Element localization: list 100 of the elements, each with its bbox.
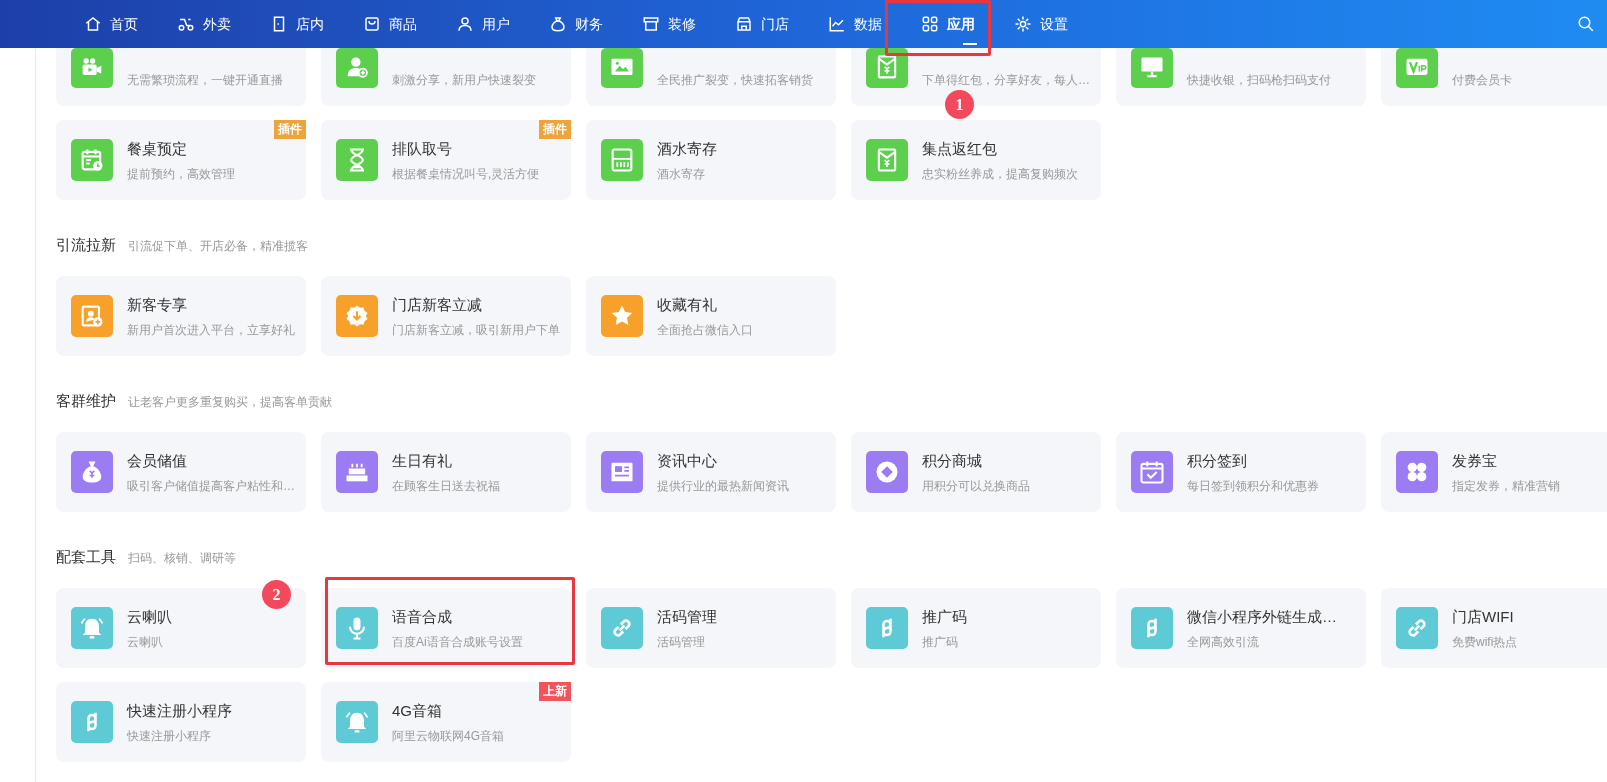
app-card[interactable]: 发券宝 指定发券，精准营销	[1381, 432, 1607, 512]
app-card[interactable]: 积分签到 每日签到领积分和优惠券	[1116, 432, 1366, 512]
app-card[interactable]: 语音合成 百度Ai语音合成账号设置	[321, 588, 571, 668]
hourglass-icon	[336, 139, 378, 181]
card-title: 云喇叭	[127, 606, 172, 627]
app-card[interactable]: 快速注册小程序 快速注册小程序	[56, 682, 306, 762]
home-icon	[84, 15, 102, 33]
app-card[interactable]: 门店新客立减 门店新客立减，吸引新用户下单	[321, 276, 571, 356]
link-icon	[601, 607, 643, 649]
app-card[interactable]: 酒水寄存 酒水寄存	[586, 120, 836, 200]
app-card[interactable]: 会员储值 吸引客户储值提高客户粘性和…	[56, 432, 306, 512]
card-description: 全面抢占微信入口	[657, 321, 753, 338]
card-description: 下单得红包，分享好友，每人…	[922, 72, 1090, 88]
nav-tab[interactable]: 用户	[442, 0, 535, 48]
card-title: 资讯中心	[657, 450, 718, 471]
shop-icon	[642, 15, 660, 33]
envelope-icon	[866, 48, 908, 88]
card-description: 全网高效引流	[1187, 633, 1260, 650]
monitor-icon	[1131, 48, 1173, 88]
card-description: 新用户首次进入平台，立享好礼	[127, 321, 295, 338]
settings-icon	[1014, 15, 1032, 33]
app-card[interactable]: 积分商城 用积分可以兑换商品	[851, 432, 1101, 512]
nav-tab[interactable]: 首页	[70, 0, 163, 48]
nav-tab[interactable]: 门店	[721, 0, 814, 48]
chain-loop-icon	[71, 701, 113, 743]
card-description: 免费wifi热点	[1452, 633, 1518, 650]
tag-badge: 上新	[539, 682, 571, 701]
card-title: 酒水寄存	[657, 138, 717, 159]
app-card[interactable]: 集点返红包 忠实粉丝养成，提高复购频次	[851, 120, 1101, 200]
card-title: 活码管理	[657, 606, 717, 627]
card-title: 4G音箱	[392, 700, 443, 721]
card-description: 指定发券，精准营销	[1452, 477, 1560, 494]
card-description: 全民推广裂变，快速拓客销货	[657, 72, 813, 88]
card-description: 酒水寄存	[657, 165, 706, 182]
card-description: 提供行业的最热新闻资讯	[657, 477, 789, 494]
card-description: 门店新客立减，吸引新用户下单	[392, 321, 560, 338]
search-icon[interactable]	[1577, 15, 1595, 33]
nav-tab[interactable]: 财务	[535, 0, 628, 48]
link-icon	[1396, 607, 1438, 649]
card-description: 百度Ai语音合成账号设置	[392, 633, 523, 650]
card-title: 集点返红包	[922, 138, 998, 159]
card-description: 快捷收银，扫码枪扫码支付	[1187, 72, 1331, 88]
card-title: 语音合成	[392, 606, 453, 627]
card-description: 提前预约，高效管理	[127, 165, 235, 182]
card-title: 餐桌预定	[127, 138, 188, 159]
section-subtitle: 扫码、核销、调研等	[128, 550, 236, 567]
nav-tab[interactable]: 商品	[349, 0, 442, 48]
nav-tab[interactable]: 数据	[814, 0, 907, 48]
section-subtitle: 引流促下单、开店必备，精准揽客	[128, 238, 308, 255]
card-description: 用积分可以兑换商品	[922, 477, 1030, 494]
chart-icon	[828, 15, 846, 33]
app-card[interactable]: 活码管理 活码管理	[586, 588, 836, 668]
app-card[interactable]: 微信小程序外链生成… 全网高效引流	[1116, 588, 1366, 668]
four-petal-icon	[1396, 451, 1438, 493]
nav-tab[interactable]: 设置	[1000, 0, 1093, 48]
app-card[interactable]: 4G音箱 阿里云物联网4G音箱 上新	[321, 682, 571, 762]
card-title: 微信小程序外链生成…	[1187, 606, 1337, 627]
card-description: 阿里云物联网4G音箱	[392, 727, 504, 744]
app-card[interactable]: 新客专享 新用户首次进入平台，立享好礼	[56, 276, 306, 356]
card-description: 活码管理	[657, 633, 706, 650]
diamond-coin-icon	[866, 451, 908, 493]
app-card[interactable]: 餐桌预定 提前预约，高效管理 插件	[56, 120, 306, 200]
calendar-clock-icon	[71, 139, 113, 181]
id-card-plus-icon	[71, 295, 113, 337]
app-card[interactable]: 收藏有礼 全面抢占微信入口	[586, 276, 836, 356]
envelope-icon	[866, 139, 908, 181]
card-title: 门店新客立减	[392, 294, 483, 315]
nav-tab[interactable]: 店内	[256, 0, 349, 48]
nav-tab[interactable]: 外卖	[163, 0, 256, 48]
vip-card-icon	[1396, 48, 1438, 88]
card-description: 刺激分享，新用户快速裂变	[392, 72, 536, 88]
card-description: 根据餐桌情况叫号,灵活方便	[392, 165, 540, 182]
video-camera-icon	[71, 48, 113, 88]
section-subtitle: 让老客户更多重复购买，提高客单贡献	[128, 394, 332, 411]
app-card[interactable]: 资讯中心 提供行业的最热新闻资讯	[586, 432, 836, 512]
user-icon	[456, 15, 474, 33]
money-bag-icon	[549, 15, 567, 33]
card-title: 推广码	[922, 606, 967, 627]
card-title: 会员储值	[127, 450, 188, 471]
calendar-check-icon	[1131, 451, 1173, 493]
card-title: 发券宝	[1452, 450, 1498, 471]
bell-icon	[71, 607, 113, 649]
app-card[interactable]: 排队取号 根据餐桌情况叫号,灵活方便 插件	[321, 120, 571, 200]
microphone-icon	[336, 607, 378, 649]
app-card[interactable]: 推广码 推广码	[851, 588, 1101, 668]
cabinet-icon	[601, 139, 643, 181]
newspaper-icon	[601, 451, 643, 493]
section-title: 客群维护	[56, 391, 116, 411]
card-title: 新客专享	[127, 294, 188, 315]
tag-badge: 插件	[539, 120, 571, 139]
card-description: 推广码	[922, 633, 959, 650]
section-title: 引流拉新	[56, 235, 116, 255]
card-title: 门店WIFI	[1452, 606, 1515, 627]
app-card[interactable]: 生日有礼 在顾客生日送去祝福	[321, 432, 571, 512]
card-description: 忠实粉丝养成，提高复购频次	[922, 165, 1078, 182]
nav-tab[interactable]: 装修	[628, 0, 721, 48]
nav-tab[interactable]: 应用	[907, 0, 1000, 48]
card-description: 云喇叭	[127, 633, 164, 650]
app-card[interactable]: 门店WIFI 免费wifi热点	[1381, 588, 1607, 668]
store-icon	[735, 15, 753, 33]
